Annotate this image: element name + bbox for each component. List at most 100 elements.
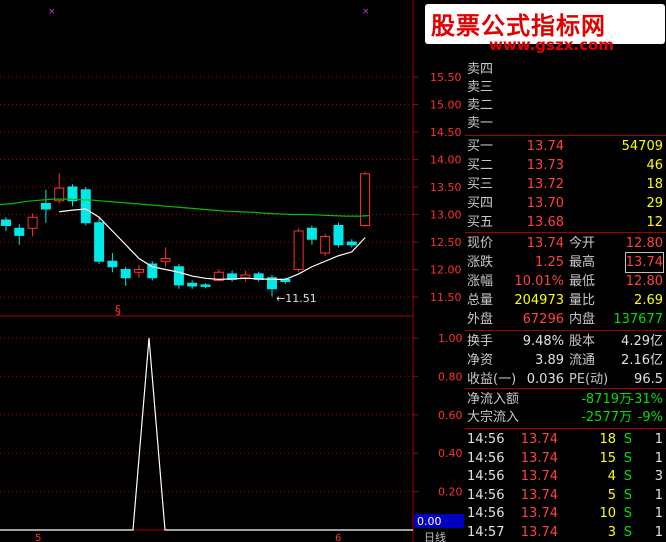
tick-row: 14:56 13.74 10 S 1	[465, 504, 666, 523]
price-tick-label: 11.50	[430, 291, 462, 304]
indicator-tick-label: 0.20	[438, 486, 463, 499]
buy-volume: 29	[646, 196, 663, 211]
price-tick-label: 15.50	[430, 71, 462, 84]
quote-row: 涨幅 10.01% 最低 12.80	[465, 272, 666, 291]
fund-value: 3.89	[535, 353, 564, 368]
price-axis: 15.50 15.00 14.50 14.00 13.50 13.00 12.50 12.00…	[413, 71, 462, 304]
quote-label: 涨幅	[467, 274, 494, 289]
price-tick-label: 13.00	[430, 209, 462, 222]
candle-body	[200, 284, 211, 287]
period-label[interactable]: 日线	[424, 530, 446, 542]
candle-body	[306, 227, 317, 240]
tick-side: S	[623, 487, 632, 503]
tick-price: 13.74	[520, 450, 558, 466]
tick-side: S	[623, 506, 632, 521]
candle-body	[120, 269, 131, 279]
candle-body	[14, 227, 25, 236]
tick-count: 1	[654, 487, 663, 503]
candle-body	[134, 269, 144, 273]
buy-label: 买四	[467, 196, 494, 211]
candle-body	[187, 282, 198, 287]
quote-row: 外盘 67296 内盘 137677	[465, 310, 666, 329]
indicator-line	[0, 337, 413, 531]
price-tick-label: 12.00	[430, 264, 462, 277]
fund-value-2: 96.5	[634, 372, 663, 387]
candle-body	[320, 236, 331, 254]
candle-body	[160, 258, 171, 262]
tick-time: 14:56	[467, 506, 505, 521]
tick-count: 1	[654, 432, 663, 447]
price-tick-label: 14.00	[430, 154, 462, 167]
buy-row: 买一 13.74 54709	[465, 137, 666, 156]
candle-body	[346, 241, 357, 246]
flow-amount: -2577万	[581, 410, 632, 425]
flow-amount: -8719万	[581, 392, 632, 407]
tick-count: 1	[654, 524, 663, 540]
price-tick-label: 12.50	[430, 236, 462, 249]
flow-pct: -9%	[637, 410, 663, 425]
indicator-tick-label: 0.80	[438, 370, 463, 383]
tick-volume: 15	[599, 450, 616, 466]
moving-average-short	[59, 208, 366, 281]
sell-row: 卖二	[465, 96, 666, 115]
buy-row: 买二 13.73 46	[465, 156, 666, 175]
fund-value-2: 2.16亿	[621, 353, 663, 368]
buy-price: 13.74	[526, 139, 564, 154]
tick-time: 14:56	[467, 487, 505, 503]
quote-value: 1.25	[535, 255, 564, 270]
quote-value: 67296	[522, 312, 564, 327]
candle-body	[173, 266, 184, 286]
low-price-annotation: ←11.51	[276, 292, 317, 305]
buy-label: 买五	[467, 215, 494, 230]
tick-price: 13.74	[520, 432, 558, 447]
crosshair-mark-1: ×	[48, 7, 56, 17]
fundamental-row: 净资 3.89 流通 2.16亿	[465, 351, 666, 370]
quote-value: 204973	[514, 293, 564, 308]
flow-label: 净流入额	[467, 392, 520, 407]
tick-row: 14:56 13.74 15 S 1	[465, 449, 666, 468]
quote-value-2: 137677	[613, 312, 663, 327]
tick-price: 13.74	[520, 524, 558, 540]
flow-label: 大宗流入	[467, 410, 520, 425]
quote-panel: 卖四 卖三 卖二 卖一 买一 13.74 54709 买二 13.73 46 买三 13.72 18 买…	[465, 0, 666, 542]
tick-price: 13.74	[520, 469, 558, 484]
candlesticks	[1, 171, 371, 297]
candle-body	[333, 225, 344, 246]
buy-row: 买三 13.72 18	[465, 175, 666, 194]
fund-label-2: PE(动)	[569, 372, 609, 387]
candle-body	[240, 274, 251, 279]
tick-volume: 3	[607, 524, 616, 540]
indicator-tick-label: 0.40	[438, 447, 463, 460]
sell-row: 卖三	[465, 78, 666, 97]
buy-price: 13.68	[526, 215, 564, 230]
buy-volume: 18	[646, 177, 663, 192]
tick-price: 13.74	[520, 506, 558, 521]
fundamental-row: 换手 9.48% 股本 4.29亿	[465, 332, 666, 351]
fund-label: 净资	[467, 353, 494, 368]
tick-row: 14:56 13.74 5 S 1	[465, 486, 666, 505]
candle-body	[27, 216, 38, 229]
candle-body	[360, 173, 371, 227]
x-label-1: 5	[35, 533, 41, 542]
price-tick-label: 15.00	[430, 99, 462, 112]
tick-side: S	[623, 432, 632, 447]
price-tick-label: 13.50	[430, 181, 462, 194]
fund-label-2: 流通	[569, 353, 596, 368]
sell-label: 卖三	[467, 80, 494, 95]
fund-label: 换手	[467, 334, 494, 349]
crosshair-mark-2: ×	[362, 7, 370, 17]
sell-label: 卖一	[467, 116, 494, 131]
indicator-axis: 1.00 0.80 0.60 0.40 0.20	[413, 332, 463, 499]
tick-side: S	[623, 450, 632, 466]
fund-label: 收益(一)	[467, 372, 517, 387]
candle-body	[40, 203, 51, 210]
quote-label: 总量	[467, 293, 494, 308]
flow-row: 大宗流入 -2577万 -9%	[465, 408, 666, 427]
quote-value-2: 12.80	[625, 274, 663, 289]
indicator-tick-label: 0.60	[438, 409, 463, 422]
quote-label-2: 今开	[569, 236, 596, 251]
tick-row: 14:57 13.74 3 S 1	[465, 523, 666, 542]
buy-label: 买二	[467, 158, 494, 173]
candle-body	[293, 230, 304, 270]
buy-volume: 54709	[621, 139, 663, 154]
